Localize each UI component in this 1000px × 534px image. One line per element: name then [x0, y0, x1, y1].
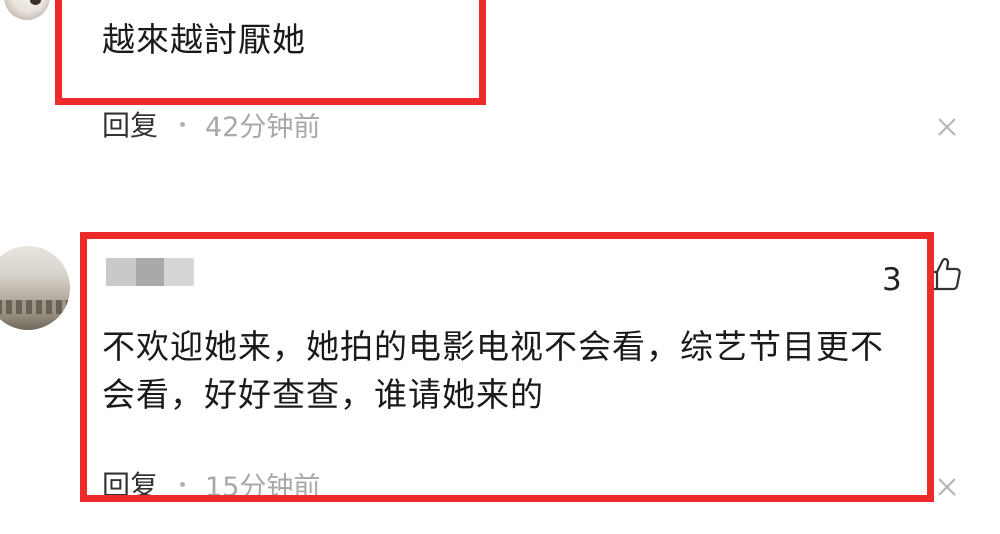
reply-button[interactable]: 回复 — [102, 104, 158, 144]
red-highlight-box — [55, 0, 486, 105]
avatar[interactable] — [4, 0, 50, 20]
red-highlight-box — [80, 232, 934, 502]
avatar-detail — [0, 300, 70, 314]
dot-separator — [180, 121, 186, 127]
close-icon[interactable] — [936, 116, 958, 138]
comment-meta: 回复 42分钟前 — [102, 104, 320, 144]
avatar[interactable] — [0, 246, 70, 330]
comment-feed: 越來越討厭她 回复 42分钟前 3 不欢迎她来，她拍的电影电视不会看，综艺节目更… — [0, 0, 1000, 534]
timestamp: 42分钟前 — [205, 111, 321, 143]
close-icon[interactable] — [936, 476, 958, 498]
avatar-detail — [30, 0, 41, 5]
